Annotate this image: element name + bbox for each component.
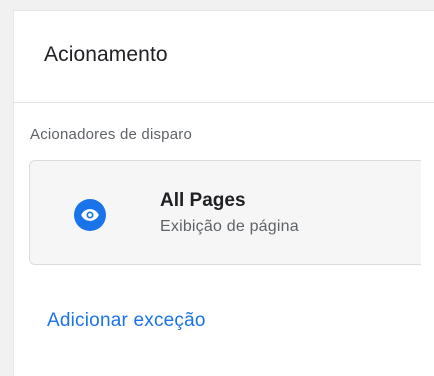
section-label: Acionadores de disparo bbox=[30, 126, 193, 143]
trigger-name: All Pages bbox=[160, 190, 246, 211]
trigger-card[interactable]: All Pages Exibição de página bbox=[29, 160, 421, 265]
panel-header: Acionamento bbox=[14, 11, 434, 103]
add-exception-link[interactable]: Adicionar exceção bbox=[47, 310, 206, 332]
trigger-type: Exibição de página bbox=[160, 218, 299, 235]
eye-icon bbox=[74, 199, 106, 231]
panel-title: Acionamento bbox=[44, 43, 168, 66]
